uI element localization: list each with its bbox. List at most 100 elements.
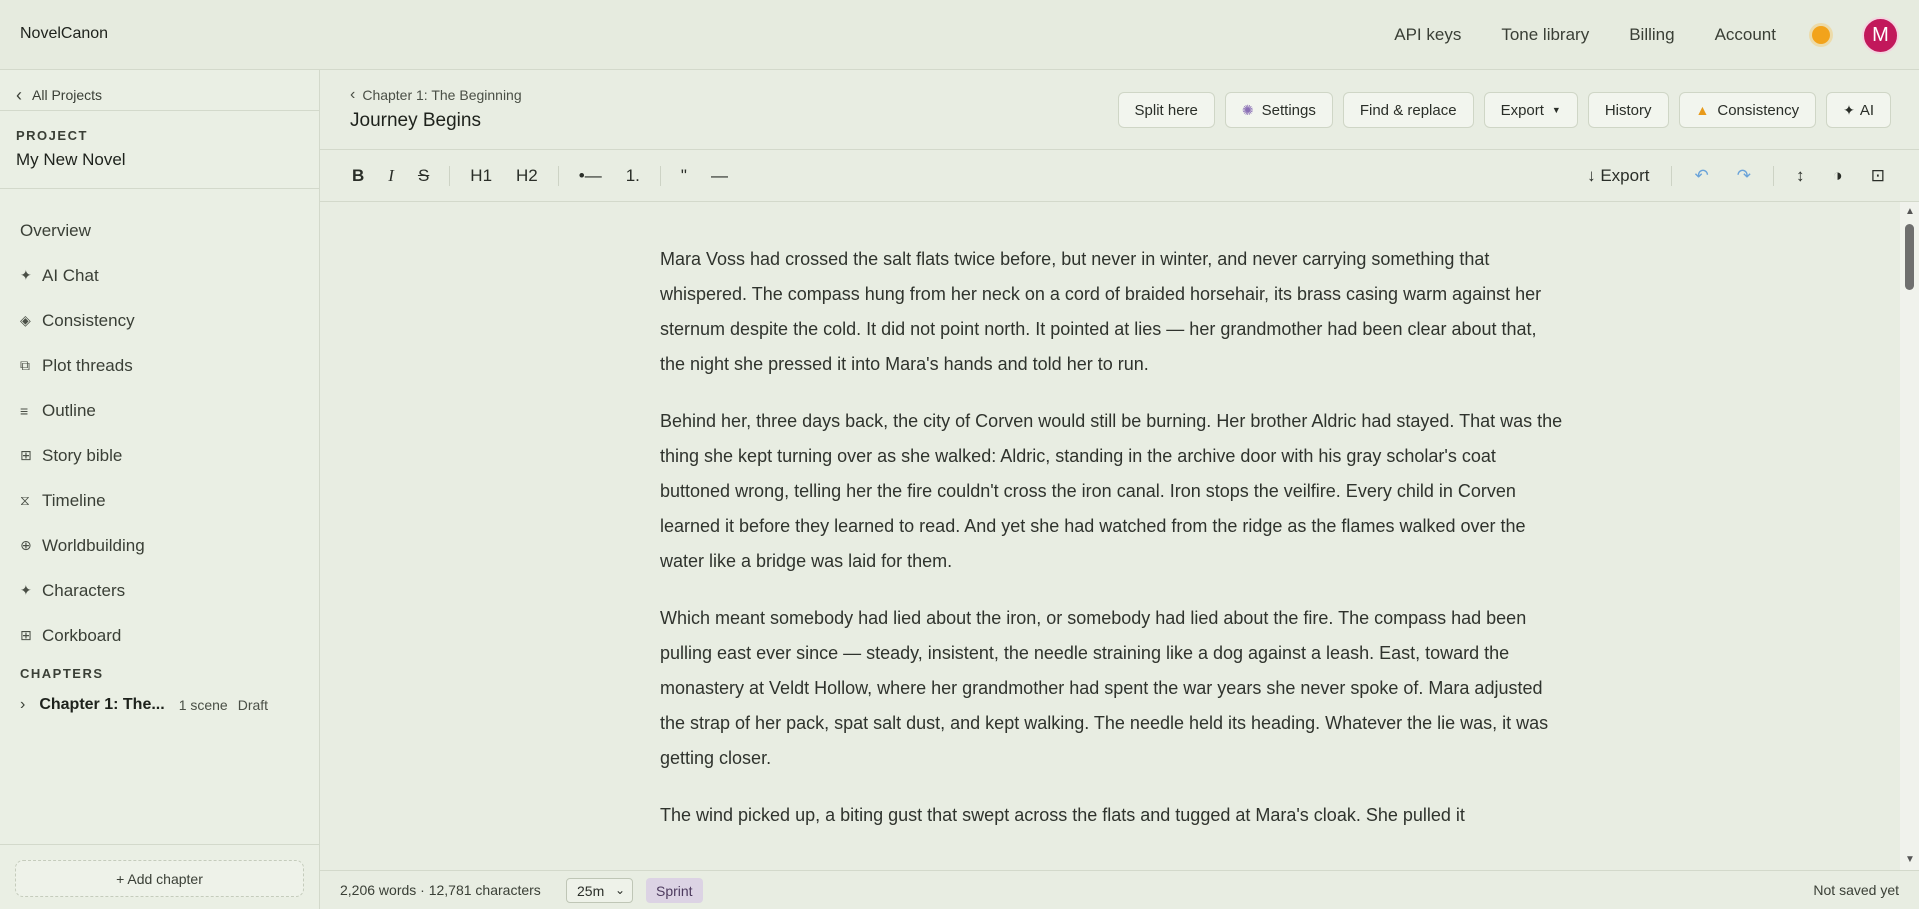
scrollbar-thumb[interactable] — [1905, 224, 1914, 290]
history-label: History — [1604, 101, 1652, 119]
nav-tone-library[interactable]: Tone library — [1501, 25, 1589, 45]
sidebar-item-outline[interactable]: ≡ Outline — [0, 388, 319, 433]
sidebar-item-label: Timeline — [42, 490, 106, 510]
ai-button[interactable]: ✦ AI — [1826, 92, 1891, 128]
contrast-icon[interactable]: ◑ — [1818, 166, 1856, 186]
sidebar-item-corkboard[interactable]: ⊞ Corkboard — [0, 613, 319, 658]
sidebar-item-timeline[interactable]: ⧖ Timeline — [0, 478, 319, 523]
chapter-scene-count: 1 scene — [178, 697, 228, 713]
divider — [659, 166, 661, 186]
paragraph[interactable]: Mara Voss had crossed the salt flats twi… — [660, 242, 1565, 382]
sidebar-item-label: Corkboard — [42, 625, 122, 645]
sparkle-icon: ✦ — [20, 267, 32, 283]
app-brand[interactable]: NovelCanon — [20, 25, 108, 43]
manuscript-text[interactable]: Mara Voss had crossed the salt flats twi… — [660, 242, 1565, 855]
sidebar-nav: Overview ✦ AI Chat ◈ Consistency ⧉ Plot … — [0, 208, 319, 658]
globe-icon: ⊕ — [20, 537, 32, 553]
paragraph[interactable]: Behind her, three days back, the city of… — [660, 404, 1565, 579]
all-projects-label: All Projects — [32, 87, 103, 103]
split-here-label: Split here — [1134, 101, 1198, 119]
chevron-left-icon: ‹ — [350, 86, 356, 103]
consistency-button[interactable]: ▲ Consistency — [1678, 92, 1817, 128]
editor-area[interactable]: Mara Voss had crossed the salt flats twi… — [320, 202, 1900, 870]
chevron-left-icon: ‹ — [16, 84, 22, 105]
blockquote-button[interactable]: " — [669, 166, 699, 186]
header-actions: Split here ✺ Settings Find & replace Exp… — [1108, 92, 1891, 128]
sidebar-item-plot-threads[interactable]: ⧉ Plot threads — [0, 343, 319, 388]
list-icon: ≡ — [20, 402, 29, 419]
caret-down-icon: ▼ — [1551, 105, 1561, 115]
italic-button[interactable]: I — [376, 166, 406, 186]
find-replace-button[interactable]: Find & replace — [1342, 92, 1474, 128]
save-status: Not saved yet — [1813, 882, 1899, 898]
horizontal-rule-button[interactable]: — — [699, 166, 740, 186]
breadcrumb[interactable]: ‹ Chapter 1: The Beginning — [350, 86, 522, 104]
diamond-icon: ◈ — [20, 312, 31, 328]
focus-mode-icon[interactable]: ⊡ — [1857, 166, 1899, 186]
sidebar-item-label: Outline — [42, 400, 96, 420]
all-projects-link[interactable]: ‹ All Projects — [16, 80, 102, 110]
theme-toggle-sun-icon[interactable] — [1812, 26, 1830, 44]
divider — [0, 188, 319, 189]
nav-api-keys[interactable]: API keys — [1394, 25, 1461, 45]
nav-account[interactable]: Account — [1715, 25, 1776, 45]
heading2-button[interactable]: H2 — [504, 166, 550, 186]
sidebar: ‹ All Projects PROJECT My New Novel Over… — [0, 70, 320, 909]
sidebar-item-label: Story bible — [42, 445, 123, 465]
export-dropdown-button[interactable]: Export ▼ — [1483, 92, 1578, 128]
chapter-row[interactable]: › Chapter 1: The... 1 scene Draft — [20, 690, 310, 720]
avatar[interactable]: M — [1862, 16, 1899, 54]
sidebar-item-story-bible[interactable]: ⊞ Story bible — [0, 433, 319, 478]
top-nav: API keys Tone library Billing Account M — [1354, 0, 1899, 70]
sidebar-item-label: Characters — [42, 580, 126, 600]
sidebar-item-label: Worldbuilding — [42, 535, 145, 555]
sidebar-item-worldbuilding[interactable]: ⊕ Worldbuilding — [0, 523, 319, 568]
sidebar-item-label: Consistency — [42, 310, 135, 330]
chapters-label: CHAPTERS — [20, 666, 104, 681]
split-here-button[interactable]: Split here — [1117, 92, 1215, 128]
paragraph[interactable]: The wind picked up, a biting gust that s… — [660, 798, 1565, 833]
word-count: 2,206 words · 12,781 characters — [340, 882, 541, 898]
bullet-list-button[interactable]: •— — [567, 166, 614, 186]
sprint-duration-select[interactable]: 25m ⌄ — [566, 878, 633, 903]
settings-button[interactable]: ✺ Settings — [1224, 92, 1333, 128]
hourglass-icon: ⧖ — [20, 492, 30, 508]
top-bar: NovelCanon API keys Tone library Billing… — [0, 0, 1919, 70]
editor-actions: ↓ Export ↶ ↷ ↕ ◑ ⊡ — [1573, 150, 1899, 202]
export-button[interactable]: ↓ Export — [1573, 166, 1663, 186]
add-chapter-button[interactable]: + Add chapter — [15, 860, 304, 897]
export-label: Export — [1500, 101, 1544, 119]
sidebar-item-characters[interactable]: ✦ Characters — [0, 568, 319, 613]
find-replace-label: Find & replace — [1359, 101, 1457, 119]
strikethrough-button[interactable]: S — [406, 166, 441, 186]
scroll-up-icon[interactable]: ▲ — [1905, 206, 1915, 217]
heading1-button[interactable]: H1 — [458, 166, 504, 186]
nav-billing[interactable]: Billing — [1629, 25, 1674, 45]
sidebar-item-consistency[interactable]: ◈ Consistency — [0, 298, 319, 343]
page-title: Journey Begins — [350, 110, 481, 131]
sidebar-item-overview[interactable]: Overview — [0, 208, 319, 253]
sidebar-item-label: AI Chat — [42, 265, 99, 285]
line-height-icon[interactable]: ↕ — [1782, 166, 1819, 186]
sparkle-icon: ✦ — [20, 582, 32, 598]
divider — [1671, 166, 1673, 186]
consistency-label: Consistency — [1717, 101, 1800, 119]
chevron-right-icon[interactable]: › — [20, 696, 25, 714]
sidebar-item-ai-chat[interactable]: ✦ AI Chat — [0, 253, 319, 298]
scene-header: ‹ Chapter 1: The Beginning Journey Begin… — [320, 70, 1919, 150]
status-bar: 2,206 words · 12,781 characters 25m ⌄ Sp… — [320, 870, 1919, 909]
bold-button[interactable]: B — [340, 166, 376, 186]
breadcrumb-label: Chapter 1: The Beginning — [362, 87, 522, 103]
chapter-title: Chapter 1: The... — [39, 696, 165, 713]
scroll-down-icon[interactable]: ▼ — [1905, 854, 1915, 865]
paragraph[interactable]: Which meant somebody had lied about the … — [660, 601, 1565, 776]
undo-icon[interactable]: ↶ — [1680, 166, 1722, 186]
ordered-list-button[interactable]: 1. — [614, 166, 652, 186]
sidebar-item-label: Plot threads — [42, 355, 133, 375]
sparkle-icon: ✦ — [1843, 101, 1855, 118]
sprint-button[interactable]: Sprint — [646, 878, 703, 903]
redo-icon[interactable]: ↷ — [1723, 166, 1765, 186]
grid-icon: ⊞ — [20, 627, 32, 643]
history-button[interactable]: History — [1587, 92, 1669, 128]
editor-scrollbar[interactable]: ▲ ▼ — [1900, 202, 1919, 870]
